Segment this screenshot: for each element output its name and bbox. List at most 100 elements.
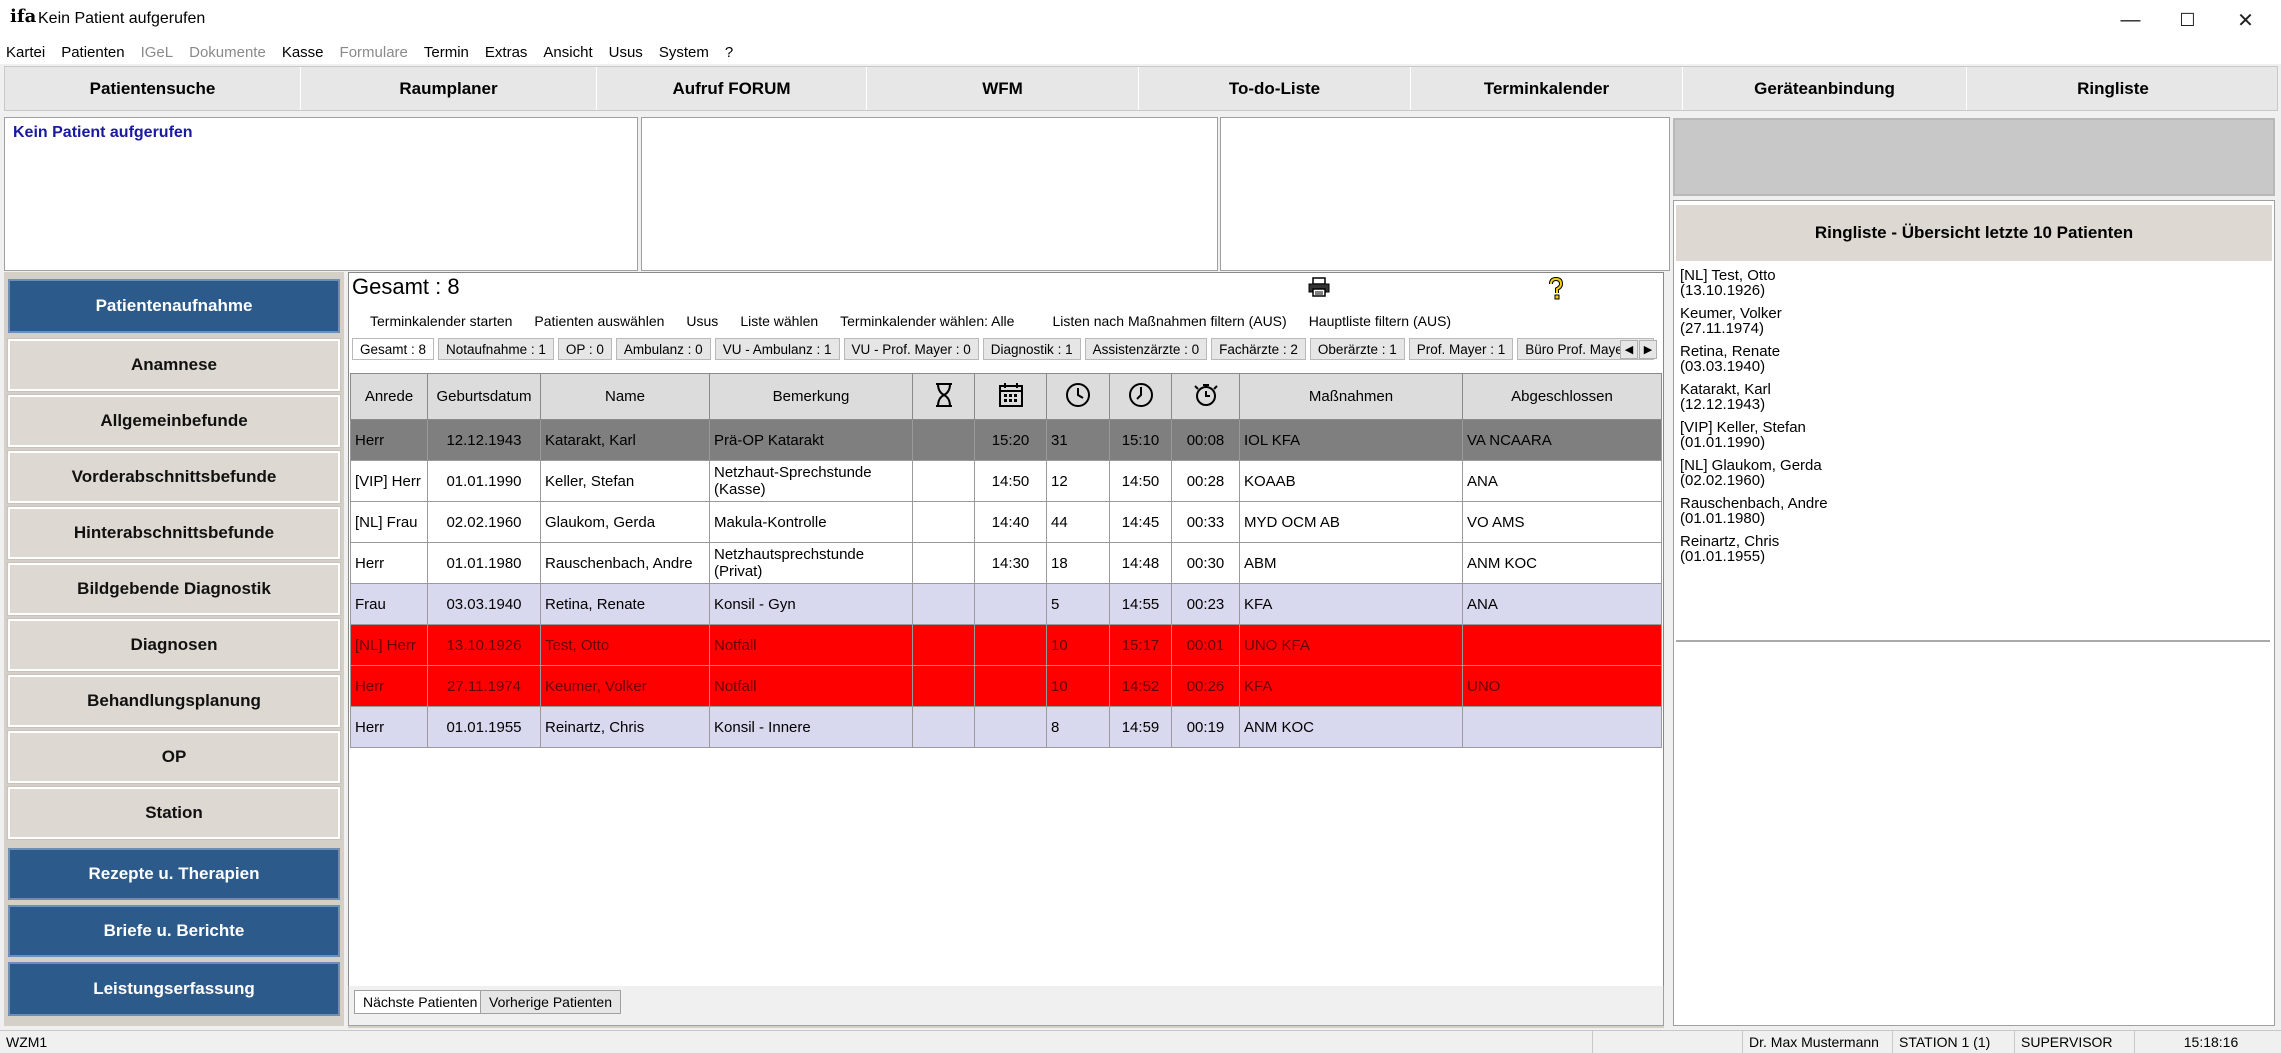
filter-gesamt[interactable]: Gesamt : 8 bbox=[352, 338, 435, 360]
main-toolbar: Patientensuche Raumplaner Aufruf FORUM W… bbox=[4, 66, 2278, 111]
col-abgeschlossen[interactable]: Abgeschlossen bbox=[1462, 373, 1662, 420]
toolbar-ringliste[interactable]: Ringliste bbox=[1967, 67, 2259, 110]
cell-massnahmen: UNO KFA bbox=[1239, 624, 1463, 666]
nav-patientenaufnahme[interactable]: Patientenaufnahme bbox=[8, 279, 340, 333]
tab-scroll-left-icon[interactable]: ◀ bbox=[1620, 340, 1638, 359]
hourglass-icon[interactable] bbox=[912, 373, 975, 420]
filter-vu-ambulanz[interactable]: VU - Ambulanz : 1 bbox=[714, 338, 840, 360]
col-bemerkung[interactable]: Bemerkung bbox=[709, 373, 913, 420]
toolbar-geraeteanbindung[interactable]: Geräteanbindung bbox=[1683, 67, 1967, 110]
cell-bemerkung: Netzhautsprechstunde (Privat) bbox=[709, 542, 913, 584]
table-row[interactable]: [VIP] Herr 01.01.1990 Keller, Stefan Net… bbox=[350, 460, 1662, 502]
minimize-button[interactable]: — bbox=[2103, 0, 2158, 40]
ringliste-entry[interactable]: Rauschenbach, Andre (01.01.1980) bbox=[1680, 496, 1828, 526]
nav-station[interactable]: Station bbox=[7, 786, 341, 840]
action-liste-waehlen[interactable]: Liste wählen bbox=[740, 313, 818, 329]
action-hauptliste-filtern[interactable]: Hauptliste filtern (AUS) bbox=[1309, 313, 1451, 329]
toolbar-raumplaner[interactable]: Raumplaner bbox=[301, 67, 597, 110]
close-button[interactable]: ✕ bbox=[2218, 0, 2273, 40]
filter-op[interactable]: OP : 0 bbox=[557, 338, 612, 360]
menu-help[interactable]: ? bbox=[725, 44, 733, 61]
nav-anamnese[interactable]: Anamnese bbox=[7, 338, 341, 392]
cell-name: Rauschenbach, Andre bbox=[540, 542, 710, 584]
col-anrede[interactable]: Anrede bbox=[350, 373, 428, 420]
filter-fachaerzte[interactable]: Fachärzte : 2 bbox=[1211, 338, 1306, 360]
nav-briefe-berichte[interactable]: Briefe u. Berichte bbox=[8, 905, 340, 957]
menu-ansicht[interactable]: Ansicht bbox=[543, 44, 592, 61]
tab-scroll-right-icon[interactable]: ▶ bbox=[1639, 340, 1657, 359]
nav-hinterabschnittsbefunde[interactable]: Hinterabschnittsbefunde bbox=[7, 506, 341, 560]
clock-icon-2[interactable] bbox=[1109, 373, 1172, 420]
menu-termin[interactable]: Termin bbox=[424, 44, 469, 61]
ringliste-entry[interactable]: Reinartz, Chris (01.01.1955) bbox=[1680, 534, 1828, 564]
filter-ambulanz[interactable]: Ambulanz : 0 bbox=[615, 338, 711, 360]
table-row[interactable]: Herr 12.12.1943 Katarakt, Karl Prä-OP Ka… bbox=[350, 419, 1662, 461]
nav-rezepte-therapien[interactable]: Rezepte u. Therapien bbox=[8, 848, 340, 900]
action-listen-filtern[interactable]: Listen nach Maßnahmen filtern (AUS) bbox=[1052, 313, 1286, 329]
table-row[interactable]: [NL] Herr 13.10.1926 Test, Otto Notfall … bbox=[350, 624, 1662, 666]
ringliste-entry[interactable]: [NL] Test, Otto (13.10.1926) bbox=[1680, 268, 1828, 298]
table-row[interactable]: Frau 03.03.1940 Retina, Renate Konsil - … bbox=[350, 583, 1662, 625]
action-usus[interactable]: Usus bbox=[686, 313, 718, 329]
tab-naechste-patienten[interactable]: Nächste Patienten bbox=[354, 990, 487, 1014]
table-row[interactable]: Herr 01.01.1980 Rauschenbach, Andre Netz… bbox=[350, 542, 1662, 584]
toolbar-todo-liste[interactable]: To-do-Liste bbox=[1139, 67, 1411, 110]
ringliste-entry[interactable]: Keumer, Volker (27.11.1974) bbox=[1680, 306, 1828, 336]
ringliste-entry[interactable]: Retina, Renate (03.03.1940) bbox=[1680, 344, 1828, 374]
ringliste-entry[interactable]: [NL] Glaukom, Gerda (02.02.1960) bbox=[1680, 458, 1828, 488]
table-row[interactable]: Herr 27.11.1974 Keumer, Volker Notfall 1… bbox=[350, 665, 1662, 707]
ringliste-entry-date: (12.12.1943) bbox=[1680, 396, 1766, 413]
cell-anrede: Herr bbox=[350, 542, 428, 584]
filter-assistenzaerzte[interactable]: Assistenzärzte : 0 bbox=[1084, 338, 1208, 360]
nav-leistungserfassung[interactable]: Leistungserfassung bbox=[8, 962, 340, 1016]
filter-notaufnahme[interactable]: Notaufnahme : 1 bbox=[438, 338, 554, 360]
toolbar-aufruf-forum[interactable]: Aufruf FORUM bbox=[597, 67, 867, 110]
filter-oberaerzte[interactable]: Oberärzte : 1 bbox=[1309, 338, 1405, 360]
col-name[interactable]: Name bbox=[540, 373, 710, 420]
menu-formulare[interactable]: Formulare bbox=[340, 44, 408, 61]
nav-op[interactable]: OP bbox=[7, 730, 341, 784]
nav-allgemeinbefunde[interactable]: Allgemeinbefunde bbox=[7, 394, 341, 448]
calendar-icon[interactable] bbox=[974, 373, 1047, 420]
toolbar-terminkalender[interactable]: Terminkalender bbox=[1411, 67, 1683, 110]
menu-usus[interactable]: Usus bbox=[609, 44, 643, 61]
nav-bildgebende-diagnostik[interactable]: Bildgebende Diagnostik bbox=[7, 562, 341, 616]
menu-kartei[interactable]: Kartei bbox=[6, 44, 45, 61]
nav-vorderabschnittsbefunde[interactable]: Vorderabschnittsbefunde bbox=[7, 450, 341, 504]
menu-system[interactable]: System bbox=[659, 44, 709, 61]
nav-behandlungsplanung[interactable]: Behandlungsplanung bbox=[7, 674, 341, 728]
action-patienten-auswaehlen[interactable]: Patienten auswählen bbox=[534, 313, 664, 329]
filter-prof-mayer[interactable]: Prof. Mayer : 1 bbox=[1408, 338, 1514, 360]
action-terminkalender-waehlen[interactable]: Terminkalender wählen: Alle bbox=[840, 313, 1014, 329]
nav-diagnosen[interactable]: Diagnosen bbox=[7, 618, 341, 672]
col-massnahmen[interactable]: Maßnahmen bbox=[1239, 373, 1463, 420]
col-geburtsdatum[interactable]: Geburtsdatum bbox=[427, 373, 541, 420]
cell-name: Reinartz, Chris bbox=[540, 706, 710, 748]
ringliste-entry[interactable]: Katarakt, Karl (12.12.1943) bbox=[1680, 382, 1828, 412]
action-terminkalender-starten[interactable]: Terminkalender starten bbox=[370, 313, 512, 329]
tab-vorherige-patienten[interactable]: Vorherige Patienten bbox=[480, 990, 621, 1014]
ringliste-entry[interactable]: [VIP] Keller, Stefan (01.01.1990) bbox=[1680, 420, 1828, 450]
cell-time: 14:40 bbox=[974, 501, 1047, 543]
menu-patienten[interactable]: Patienten bbox=[61, 44, 124, 61]
filter-vu-prof-mayer[interactable]: VU - Prof. Mayer : 0 bbox=[843, 338, 979, 360]
toolbar-patientensuche[interactable]: Patientensuche bbox=[5, 67, 301, 110]
stopwatch-icon[interactable] bbox=[1171, 373, 1240, 420]
toolbar-wfm[interactable]: WFM bbox=[867, 67, 1139, 110]
printer-icon[interactable] bbox=[1308, 277, 1330, 297]
clock-icon[interactable] bbox=[1046, 373, 1110, 420]
help-question-icon[interactable] bbox=[1546, 276, 1568, 301]
table-row[interactable]: Herr 01.01.1955 Reinartz, Chris Konsil -… bbox=[350, 706, 1662, 748]
cell-duration: 00:30 bbox=[1171, 542, 1240, 584]
ringliste-entry-name: [NL] Test, Otto bbox=[1680, 267, 1776, 284]
menu-igel[interactable]: IGeL bbox=[141, 44, 174, 61]
menu-kasse[interactable]: Kasse bbox=[282, 44, 324, 61]
table-row[interactable]: [NL] Frau 02.02.1960 Glaukom, Gerda Maku… bbox=[350, 501, 1662, 543]
filter-diagnostik[interactable]: Diagnostik : 1 bbox=[982, 338, 1081, 360]
cell-clock: 14:55 bbox=[1109, 583, 1172, 625]
maximize-button[interactable]: ☐ bbox=[2160, 0, 2215, 40]
menu-dokumente[interactable]: Dokumente bbox=[189, 44, 266, 61]
cell-days: 5 bbox=[1046, 583, 1110, 625]
menu-extras[interactable]: Extras bbox=[485, 44, 528, 61]
window-title: Kein Patient aufgerufen bbox=[38, 10, 206, 27]
